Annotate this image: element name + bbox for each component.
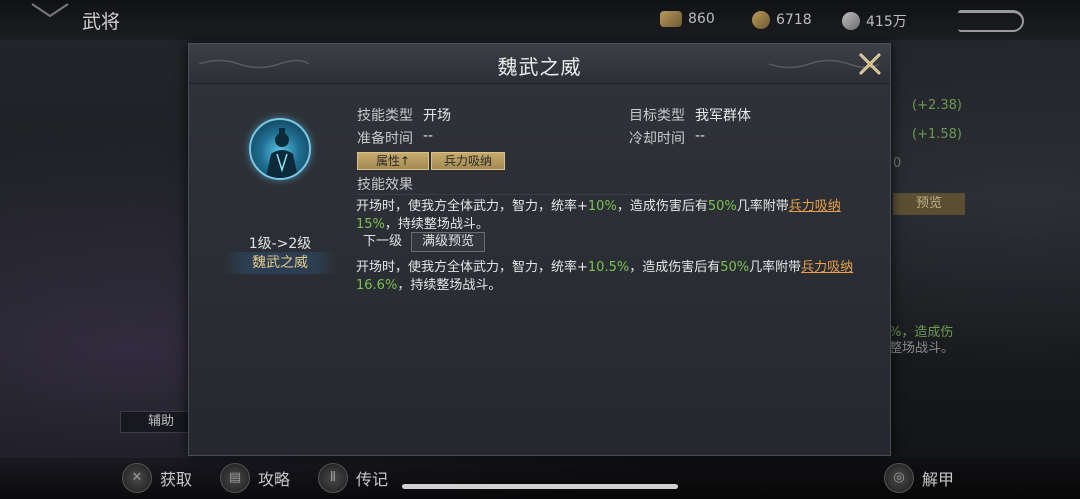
dialog-title: 魏武之威 — [497, 55, 582, 79]
armor-icon: ◎ — [884, 463, 914, 493]
next-effect-text: 开场时，使我方全体武力，智力，统率+10.5%，造成伤害后有50%几率附带兵力吸… — [356, 260, 854, 293]
skill-name-badge: 魏武之威 — [223, 252, 337, 274]
silver-resource-icon — [842, 12, 860, 30]
resource-silver: 415万 — [842, 11, 907, 31]
next-level-label: 下一级 — [363, 234, 403, 249]
info-label: 准备时间 — [357, 131, 413, 147]
info-value: 我军群体 — [695, 108, 751, 124]
skill-dialog: 魏武之威 1级->2级 魏武之威 技能类型 开场 目标类型 我军群体 准备时间 … — [188, 43, 891, 456]
tag-attribute: 属性↑ — [357, 152, 429, 170]
resource-value: 415万 — [866, 14, 907, 30]
nav-label: 攻略 — [258, 470, 291, 489]
resource-value: 6718 — [776, 12, 812, 28]
info-label: 技能类型 — [357, 108, 413, 124]
home-indicator[interactable] — [402, 484, 678, 489]
top-bar: 武将 860 6718 415万 — [0, 0, 1080, 40]
nav-obtain[interactable]: ✕ 获取 — [122, 463, 192, 493]
skill-type-row: 技能类型 开场 — [357, 105, 451, 125]
scroll-resource-icon — [660, 11, 682, 27]
info-value: 开场 — [423, 108, 451, 124]
level-change: 1级->2级 — [248, 236, 312, 252]
bg-preview-button[interactable]: 预览 — [893, 193, 965, 215]
effect-title: 技能效果 — [357, 177, 413, 193]
nav-disarm[interactable]: ◎ 解甲 — [884, 463, 954, 493]
prep-time-row: 准备时间 -- — [357, 128, 433, 148]
coin-resource-icon — [752, 11, 770, 29]
nav-label: 获取 — [160, 470, 193, 489]
resource-scroll: 860 — [660, 11, 715, 27]
scroll-icon: Ⅱ — [318, 463, 348, 493]
dialog-body: 1级->2级 魏武之威 技能类型 开场 目标类型 我军群体 准备时间 -- 冷却… — [189, 85, 890, 455]
nav-label: 解甲 — [922, 470, 955, 489]
tag-troop-absorb: 兵力吸纳 — [431, 152, 505, 170]
bg-stat-bonus: (+1.58) — [912, 127, 962, 142]
max-level-preview-button[interactable]: 满级预览 — [411, 232, 485, 252]
back-ornament-icon — [31, 3, 69, 18]
troop-absorb-link[interactable]: 兵力吸纳 — [801, 260, 853, 275]
back-button[interactable] — [958, 10, 1024, 32]
page-title: 武将 — [82, 11, 121, 33]
troop-absorb-link[interactable]: 兵力吸纳 — [789, 199, 841, 214]
info-label: 冷却时间 — [629, 131, 685, 147]
nav-guide[interactable]: ▤ 攻略 — [220, 463, 290, 493]
current-effect-text: 开场时，使我方全体武力，智力，统率+10%，造成伤害后有50%几率附带兵力吸纳1… — [356, 199, 841, 232]
book-icon: ▤ — [220, 463, 250, 493]
bg-stat-fragment: 0 — [893, 156, 902, 171]
crossed-swords-icon: ✕ — [122, 463, 152, 493]
resource-value: 860 — [688, 11, 715, 27]
divider — [357, 194, 707, 195]
nav-biography[interactable]: Ⅱ 传记 — [318, 463, 388, 493]
dialog-header: 魏武之威 — [189, 44, 890, 84]
skill-portrait-icon — [249, 118, 311, 180]
bg-stat-bonus: (+2.38) — [912, 98, 962, 113]
info-label: 目标类型 — [629, 108, 685, 124]
info-value: -- — [423, 128, 434, 144]
bg-text-fragment: 整场战斗。 — [889, 341, 955, 356]
nav-label: 传记 — [356, 470, 389, 489]
resource-coin: 6718 — [752, 11, 812, 29]
info-value: -- — [695, 128, 706, 144]
close-icon[interactable] — [858, 52, 882, 76]
cooldown-row: 冷却时间 -- — [629, 128, 705, 148]
target-type-row: 目标类型 我军群体 — [629, 105, 751, 125]
